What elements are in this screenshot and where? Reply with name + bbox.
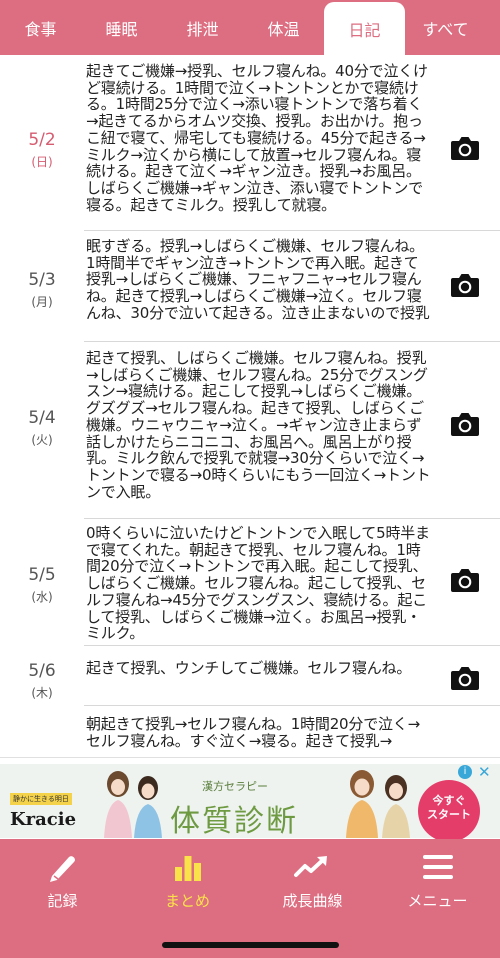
tab-sleep[interactable]: 睡眠: [81, 0, 162, 55]
ad-slogan: 静かに生きる明日: [10, 793, 72, 805]
trend-line-icon: [294, 856, 327, 877]
ad-brand: Kracie: [10, 809, 77, 830]
tab-diary[interactable]: 日記: [324, 2, 405, 55]
ad-info-icon[interactable]: i: [458, 765, 472, 779]
entry-divider: [84, 645, 500, 646]
entry-date-day: 5/3: [28, 270, 56, 290]
entry-text: 朝起きて授乳→セルフ寝んね。1時間20分で泣く→セルフ寝んね。すぐ泣く→寝る。起…: [86, 715, 420, 750]
entry-date: 5/2 (日): [0, 129, 84, 170]
entry-weekday: (水): [31, 590, 53, 604]
entry-date: 5/5 (水): [0, 564, 84, 605]
nav-summary[interactable]: まとめ: [125, 839, 250, 929]
bottom-nav: 記録 まとめ 成長曲線 メニュー: [0, 839, 500, 958]
entry-date: 5/6 (木): [0, 660, 84, 701]
ad-banner[interactable]: 静かに生きる明日 Kracie 漢方セラピー 体質診断 今すぐ スタート i ✕: [0, 757, 500, 842]
ad-content[interactable]: 静かに生きる明日 Kracie 漢方セラピー 体質診断 今すぐ スタート: [0, 764, 500, 842]
entry-divider: [84, 341, 500, 342]
bar-chart-icon: [175, 856, 201, 881]
ad-title: 体質診断: [170, 804, 298, 839]
tab-excretion[interactable]: 排泄: [162, 0, 243, 55]
ad-illustration-right: [346, 770, 410, 838]
diary-entry[interactable]: 5/3 (月) 眠すぎる。授乳→しばらくご機嫌、セルフ寝んね。1時間半でギャン泣…: [0, 238, 500, 340]
diary-entry[interactable]: 5/2 (日) 起きてご機嫌→授乳、セルフ寝んね。40分で泣くけど寝続ける。1時…: [0, 63, 500, 231]
camera-icon[interactable]: [450, 272, 480, 298]
camera-icon[interactable]: [450, 411, 480, 437]
entry-weekday: (木): [31, 686, 53, 700]
entry-date-day: 5/5: [28, 565, 56, 585]
category-tabs: 食事 睡眠 排泄 体温 日記 すべて: [0, 0, 500, 55]
entry-divider: [84, 705, 500, 706]
entry-date-day: 5/2: [28, 130, 56, 150]
ad-subtitle: 漢方セラピー: [202, 780, 268, 793]
entry-date: 5/4 (火): [0, 407, 84, 448]
entry-text: 起きて授乳、しばらくご機嫌。セルフ寝んね。授乳→しばらくご機嫌、セルフ寝んね。2…: [86, 349, 431, 501]
menu-icon: [423, 855, 453, 879]
nav-menu[interactable]: メニュー: [375, 839, 500, 929]
ad-illustration-left: [104, 771, 162, 838]
diary-entry[interactable]: 朝起きて授乳→セルフ寝んね。1時間20分で泣く→セルフ寝んね。すぐ泣く→寝る。起…: [0, 716, 500, 757]
camera-icon[interactable]: [450, 567, 480, 593]
nav-menu-label: メニュー: [407, 892, 468, 910]
entry-text: 起きてご機嫌→授乳、セルフ寝んね。40分で泣くけど寝続ける。1時間で泣く→トント…: [86, 62, 428, 214]
diary-entry[interactable]: 5/4 (火) 起きて授乳、しばらくご機嫌。セルフ寝んね。授乳→しばらくご機嫌、…: [0, 350, 500, 508]
entry-weekday: (日): [31, 155, 53, 169]
nav-summary-label: まとめ: [164, 892, 210, 910]
nav-record[interactable]: 記録: [0, 839, 125, 929]
diary-entry[interactable]: 5/5 (水) 0時くらいに泣いたけどトントンで入眠して5時半まで寝てくれた。朝…: [0, 525, 500, 643]
nav-growth-curve-label: 成長曲線: [282, 892, 343, 910]
camera-icon[interactable]: [450, 135, 480, 161]
ad-logo: 静かに生きる明日 Kracie: [10, 786, 86, 830]
entry-text: 0時くらいに泣いたけどトントンで入眠して5時半まで寝てくれた。朝起きて授乳、セル…: [86, 524, 430, 643]
entry-date-day: 5/6: [28, 661, 56, 681]
nav-growth-curve[interactable]: 成長曲線: [250, 839, 375, 929]
entry-weekday: (月): [31, 295, 53, 309]
entry-text: 起きて授乳、ウンチしてご機嫌。セルフ寝んね。: [86, 659, 412, 677]
nav-record-label: 記録: [47, 892, 78, 910]
entry-date: 5/3 (月): [0, 269, 84, 310]
entry-weekday: (火): [31, 433, 53, 447]
entry-text: 眠すぎる。授乳→しばらくご機嫌、セルフ寝んね。1時間半でギャン泣き→トントンで再…: [86, 237, 430, 322]
ad-cta-line1: 今すぐ: [432, 794, 466, 807]
entry-divider: [84, 518, 500, 519]
home-indicator[interactable]: [162, 942, 339, 948]
ad-close-icon[interactable]: ✕: [478, 763, 491, 781]
camera-icon[interactable]: [450, 665, 480, 691]
ad-cta-line2: スタート: [427, 808, 471, 821]
tab-all[interactable]: すべて: [405, 0, 486, 55]
diary-list[interactable]: 5/2 (日) 起きてご機嫌→授乳、セルフ寝んね。40分で泣くけど寝続ける。1時…: [0, 55, 500, 757]
tab-meal[interactable]: 食事: [0, 0, 81, 55]
ad-start-button[interactable]: 今すぐ スタート: [418, 780, 480, 842]
entry-date-day: 5/4: [28, 408, 56, 428]
tab-temperature[interactable]: 体温: [243, 0, 324, 55]
pencil-icon: [50, 856, 75, 882]
diary-entry[interactable]: 5/6 (木) 起きて授乳、ウンチしてご機嫌。セルフ寝んね。: [0, 660, 500, 710]
entry-divider: [84, 230, 500, 231]
